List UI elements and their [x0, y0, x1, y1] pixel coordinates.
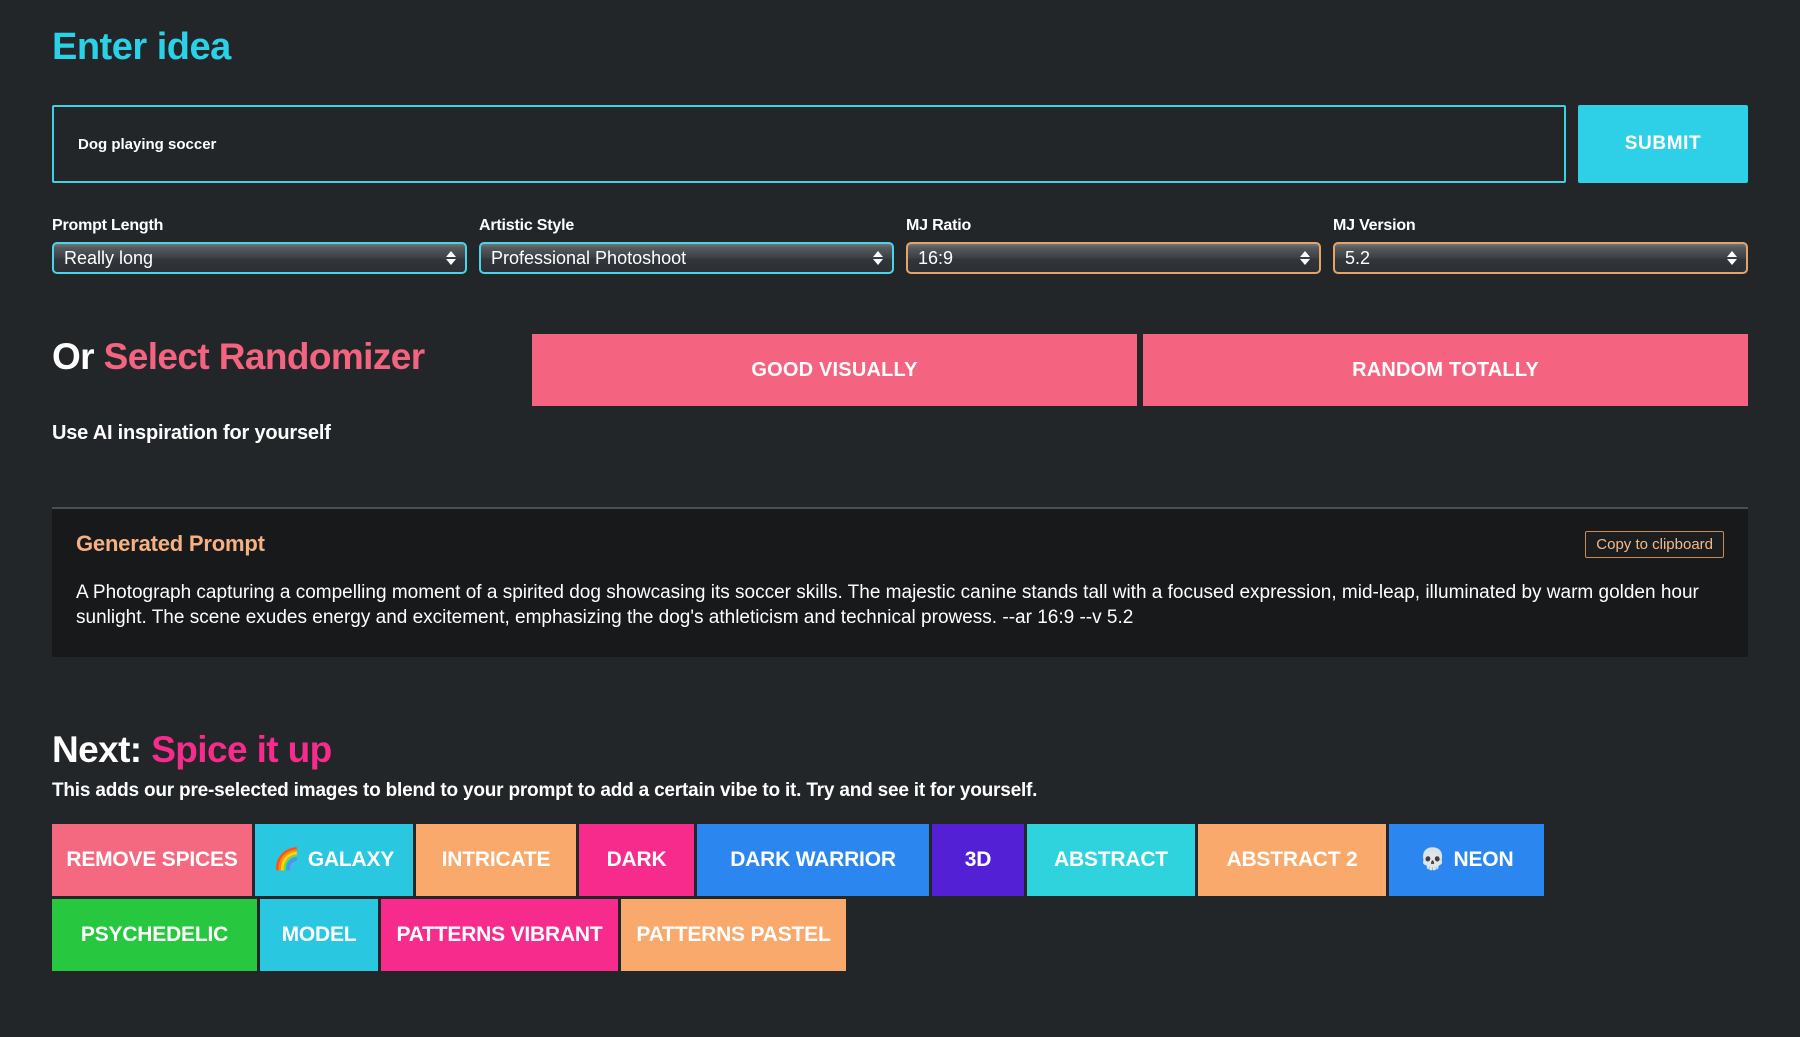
- spice-tag-label: PATTERNS VIBRANT: [396, 923, 602, 947]
- randomizer-button-0[interactable]: GOOD VISUALLY: [532, 334, 1137, 406]
- spice-tag-button[interactable]: 💀 NEON: [1389, 824, 1544, 896]
- spice-tag-label: INTRICATE: [442, 848, 551, 872]
- spice-tag-button[interactable]: PSYCHEDELIC: [52, 899, 257, 971]
- chevron-updown-icon[interactable]: [1727, 251, 1737, 265]
- chevron-updown-icon[interactable]: [873, 251, 883, 265]
- spice-tag-label: ABSTRACT: [1054, 848, 1168, 872]
- control-selected-value: Really long: [64, 248, 153, 269]
- copy-to-clipboard-button[interactable]: Copy to clipboard: [1585, 531, 1724, 558]
- randomizer-text-block: Or Select Randomizer Use AI inspiration …: [52, 328, 532, 445]
- control-label: MJ Version: [1333, 217, 1748, 235]
- generated-prompt-title: Generated Prompt: [76, 531, 265, 557]
- spice-tag-label: PATTERNS PASTEL: [636, 923, 830, 947]
- spice-tag-label: DARK: [607, 848, 667, 872]
- control-label: Artistic Style: [479, 217, 894, 235]
- control-cell-0: Prompt Length Really long: [52, 217, 467, 274]
- generated-prompt-header: Generated Prompt Copy to clipboard: [76, 531, 1724, 558]
- spice-tag-button[interactable]: PATTERNS VIBRANT: [381, 899, 618, 971]
- spice-title: Next: Spice it up: [52, 729, 1748, 771]
- spice-tag-button[interactable]: ABSTRACT: [1027, 824, 1195, 896]
- spice-tag-label: REMOVE SPICES: [66, 848, 237, 872]
- spice-tag-label: NEON: [1454, 848, 1514, 872]
- spice-subtitle: This adds our pre-selected images to ble…: [52, 780, 1748, 802]
- submit-button[interactable]: SUBMIT: [1578, 105, 1748, 183]
- spice-tag-emoji-icon: 🌈: [274, 848, 300, 872]
- randomizer-button-1[interactable]: RANDOM TOTALLY: [1143, 334, 1748, 406]
- spice-tag-button[interactable]: DARK WARRIOR: [697, 824, 929, 896]
- spice-tag-button[interactable]: MODEL: [260, 899, 378, 971]
- randomizer-title-plain: Or: [52, 336, 104, 377]
- control-label: Prompt Length: [52, 217, 467, 235]
- spice-tag-button[interactable]: 🌈 GALAXY: [255, 824, 413, 896]
- spice-tag-label: ABSTRACT 2: [1226, 848, 1357, 872]
- spice-tag-emoji-icon: 💀: [1420, 848, 1446, 872]
- control-label: MJ Ratio: [906, 217, 1321, 235]
- control-cell-3: MJ Version 5.2: [1333, 217, 1748, 274]
- generated-prompt-panel: Generated Prompt Copy to clipboard A Pho…: [52, 507, 1748, 657]
- control-selected-value: 16:9: [918, 248, 953, 269]
- control-select[interactable]: Really long: [52, 242, 467, 274]
- randomizer-section: Or Select Randomizer Use AI inspiration …: [52, 328, 1748, 445]
- spice-tag-button[interactable]: REMOVE SPICES: [52, 824, 252, 896]
- spice-tag-button[interactable]: ABSTRACT 2: [1198, 824, 1386, 896]
- spice-tag-label: PSYCHEDELIC: [81, 923, 228, 947]
- control-cell-2: MJ Ratio 16:9: [906, 217, 1321, 274]
- control-cell-1: Artistic Style Professional Photoshoot: [479, 217, 894, 274]
- chevron-updown-icon[interactable]: [1300, 251, 1310, 265]
- control-selected-value: Professional Photoshoot: [491, 248, 686, 269]
- idea-input[interactable]: [52, 105, 1566, 183]
- control-select[interactable]: 16:9: [906, 242, 1321, 274]
- control-select[interactable]: Professional Photoshoot: [479, 242, 894, 274]
- spice-tag-button[interactable]: INTRICATE: [416, 824, 576, 896]
- spice-tag-button[interactable]: 3D: [932, 824, 1024, 896]
- randomizer-title-accent: Select Randomizer: [104, 336, 425, 377]
- spice-tag-button[interactable]: DARK: [579, 824, 694, 896]
- page-title: Enter idea: [52, 0, 1748, 69]
- spice-tag-button[interactable]: PATTERNS PASTEL: [621, 899, 846, 971]
- spice-tag-label: 3D: [965, 848, 991, 872]
- randomizer-buttons: GOOD VISUALLYRANDOM TOTALLY: [532, 328, 1748, 406]
- spice-tag-label: GALAXY: [308, 848, 394, 872]
- control-selected-value: 5.2: [1345, 248, 1370, 269]
- spice-tag-rows: REMOVE SPICES 🌈 GALAXY INTRICATE DARK DARK WA…: [52, 824, 1748, 971]
- randomizer-subtitle: Use AI inspiration for yourself: [52, 422, 532, 445]
- spice-tag-label: MODEL: [282, 923, 357, 947]
- spice-tag-row: PSYCHEDELIC MODEL PATTERNS VIBRANT PATTERNS…: [52, 899, 1748, 971]
- spice-tag-label: DARK WARRIOR: [730, 848, 896, 872]
- randomizer-title: Or Select Randomizer: [52, 336, 532, 378]
- spice-title-accent: Spice it up: [151, 729, 331, 770]
- controls-row: Prompt Length Really long Artistic Style Pr…: [52, 217, 1748, 274]
- chevron-updown-icon[interactable]: [446, 251, 456, 265]
- prompt-generator-page: Enter idea SUBMIT Prompt Length Really lo…: [0, 0, 1800, 1037]
- generated-prompt-text: A Photograph capturing a compelling mome…: [76, 580, 1716, 631]
- control-select[interactable]: 5.2: [1333, 242, 1748, 274]
- spice-title-plain: Next:: [52, 729, 151, 770]
- spice-tag-row: REMOVE SPICES 🌈 GALAXY INTRICATE DARK DARK WA…: [52, 824, 1748, 896]
- idea-entry-row: SUBMIT: [52, 105, 1748, 183]
